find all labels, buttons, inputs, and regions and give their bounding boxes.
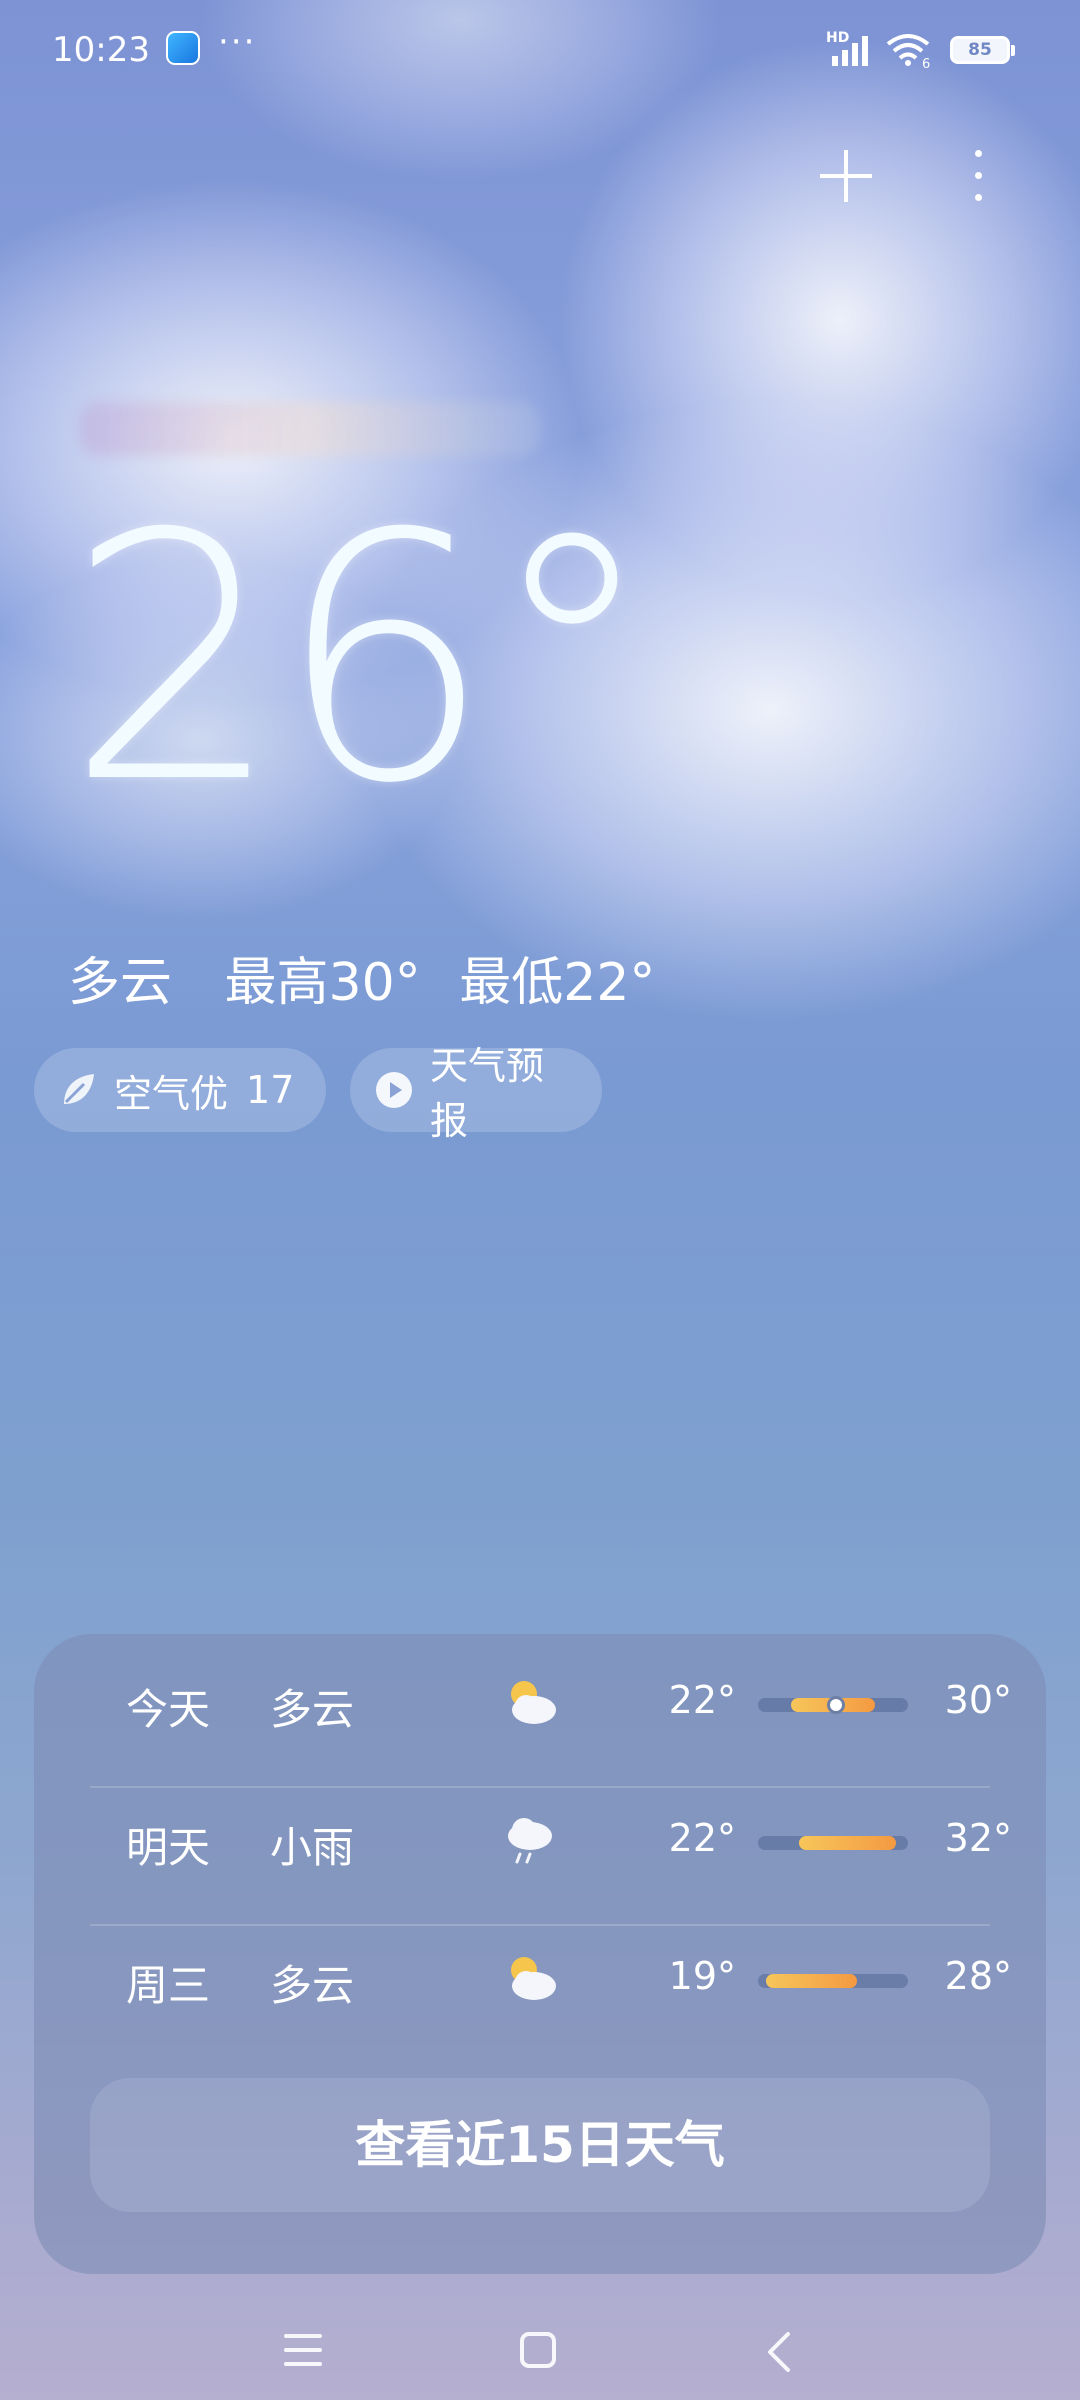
play-icon (376, 1072, 412, 1108)
battery-indicator: 85 (950, 36, 1015, 64)
temperature-range-bar (758, 1696, 908, 1714)
forecast-condition: 多云 (270, 1685, 355, 1734)
today-low: 最低22° (459, 953, 656, 1013)
temperature-range-bar (758, 1836, 908, 1850)
air-quality-chip[interactable]: 空气优 17 (34, 1048, 326, 1132)
weather-forecast-label: 天气预报 (430, 1044, 545, 1143)
notification-dots: ··· (218, 22, 257, 62)
air-quality-value: 17 (246, 1068, 295, 1112)
forecast-row-today[interactable]: 今天 多云 22° 30° (90, 1634, 1012, 1772)
current-summary: 多云 最高30° 最低22° (68, 940, 691, 1015)
forecast-row-tomorrow[interactable]: 明天 小雨 22° 32° (90, 1772, 1012, 1910)
forecast-condition: 多云 (270, 1961, 355, 2010)
forecast-high: 28° (944, 1954, 1012, 1998)
temperature-range-bar (758, 1974, 908, 1988)
forecast-condition: 小雨 (270, 1823, 355, 1872)
air-quality-label: 空气优 (114, 1071, 229, 1116)
today-high: 最高30° (224, 953, 421, 1013)
menu-icon[interactable] (284, 2334, 322, 2366)
status-bar: 10:23 ··· HD 6 85 (0, 0, 1080, 100)
forecast-low: 19° (668, 1954, 736, 1998)
leaf-icon (64, 1074, 94, 1104)
more-vertical-icon (975, 150, 982, 157)
wifi-badge: 6 (922, 57, 930, 70)
partly-cloudy-icon (511, 1681, 556, 1724)
forecast-day: 周三 (126, 1961, 211, 2010)
forecast-row-wednesday[interactable]: 周三 多云 19° 28° (90, 1910, 1012, 2048)
forecast-low: 22° (668, 1816, 736, 1860)
back-icon[interactable] (760, 2330, 800, 2374)
temperature-range-fill (765, 1974, 857, 1988)
current-condition: 多云 (68, 953, 173, 1013)
weather-forecast-video-chip[interactable]: 天气预报 (350, 1044, 602, 1143)
forecast-low: 22° (668, 1678, 736, 1722)
system-navigation-bar (0, 2300, 1080, 2400)
home-icon[interactable] (520, 2332, 556, 2368)
forecast-day: 今天 (126, 1685, 211, 1734)
weather-app-icon (166, 31, 200, 65)
view-15-day-forecast-button[interactable]: 查看近15日天气 (90, 2078, 990, 2212)
forecast-high: 32° (944, 1816, 1012, 1860)
forecast-day: 明天 (126, 1823, 211, 1872)
current-temperature-marker (827, 1696, 845, 1714)
signal-icon (832, 36, 868, 66)
status-time: 10:23 (52, 30, 150, 70)
forecast-high: 30° (944, 1678, 1012, 1722)
more-options-button[interactable] (962, 148, 994, 204)
location-title-blurred (80, 402, 540, 456)
partly-cloudy-icon (511, 1957, 556, 2000)
temperature-range-fill (798, 1836, 896, 1850)
forecast-panel: 今天 多云 22° 30° 明天 小雨 22° 32° 周三 多云 19° 28… (34, 1634, 1046, 2274)
wifi-icon: 6 (886, 34, 930, 70)
add-city-button[interactable] (818, 148, 874, 204)
light-rain-icon (508, 1818, 552, 1864)
current-temperature: 26° (66, 462, 657, 858)
